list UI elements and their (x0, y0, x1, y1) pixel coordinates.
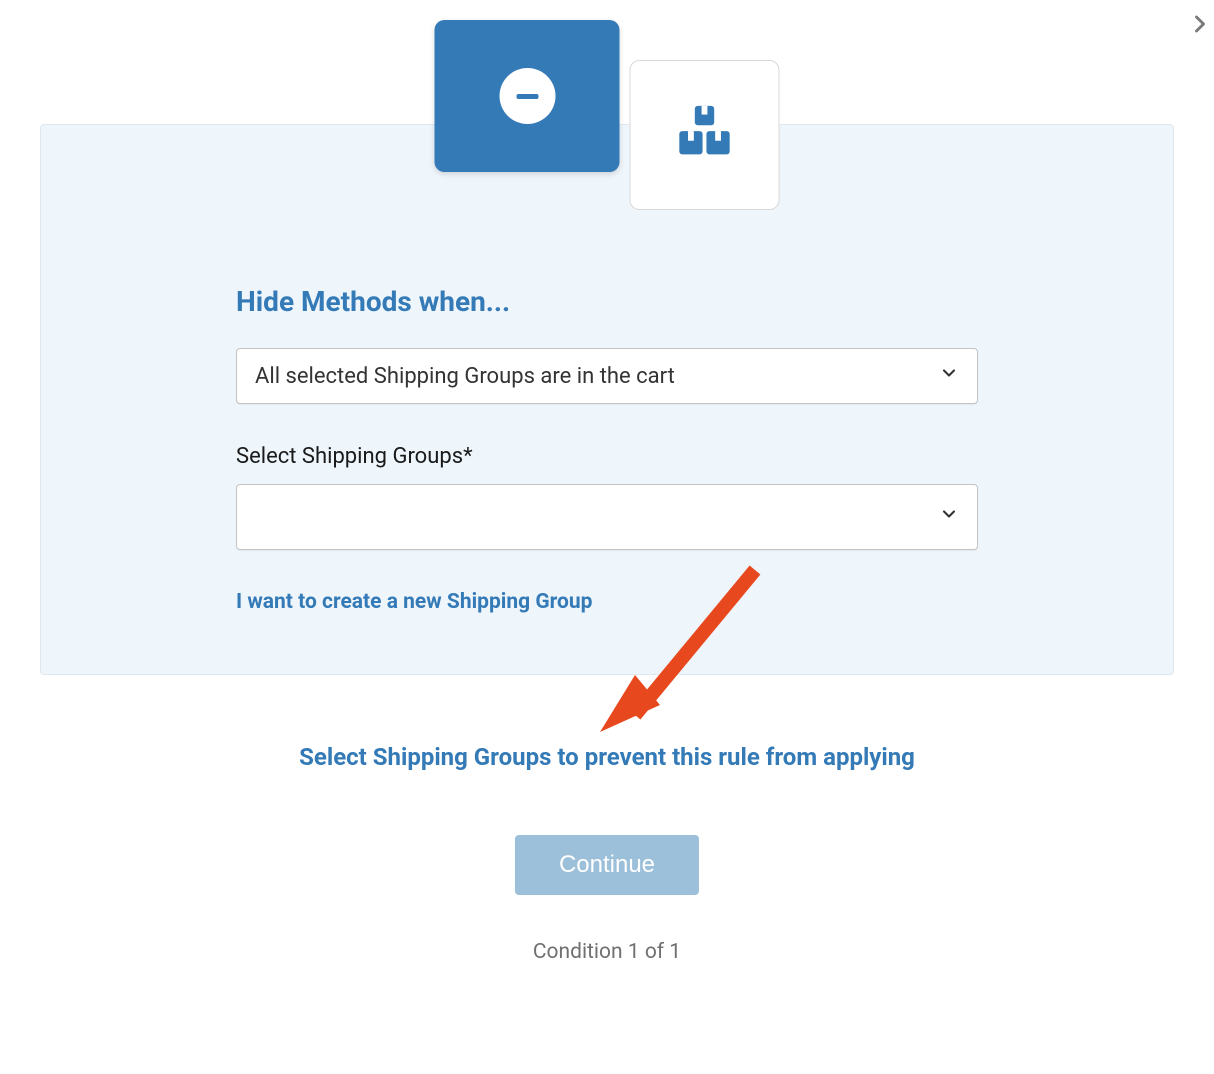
condition-select[interactable]: All selected Shipping Groups are in the … (236, 348, 978, 404)
prevent-rule-link[interactable]: Select Shipping Groups to prevent this r… (0, 743, 1214, 771)
chevron-down-icon (939, 504, 959, 530)
shipping-groups-select[interactable] (236, 484, 978, 550)
panel-heading: Hide Methods when... (236, 285, 978, 318)
boxes-icon (674, 102, 736, 168)
minus-circle-icon (499, 68, 555, 124)
create-shipping-group-link[interactable]: I want to create a new Shipping Group (236, 590, 592, 614)
header-icon-cards (435, 20, 780, 210)
minus-card (435, 20, 620, 172)
condition-select-value: All selected Shipping Groups are in the … (255, 364, 675, 389)
boxes-card (630, 60, 780, 210)
chevron-down-icon (939, 363, 959, 389)
shipping-groups-label: Select Shipping Groups* (236, 444, 978, 469)
continue-button[interactable]: Continue (515, 835, 699, 895)
condition-counter: Condition 1 of 1 (0, 940, 1214, 964)
next-arrow-icon[interactable] (1186, 10, 1214, 42)
